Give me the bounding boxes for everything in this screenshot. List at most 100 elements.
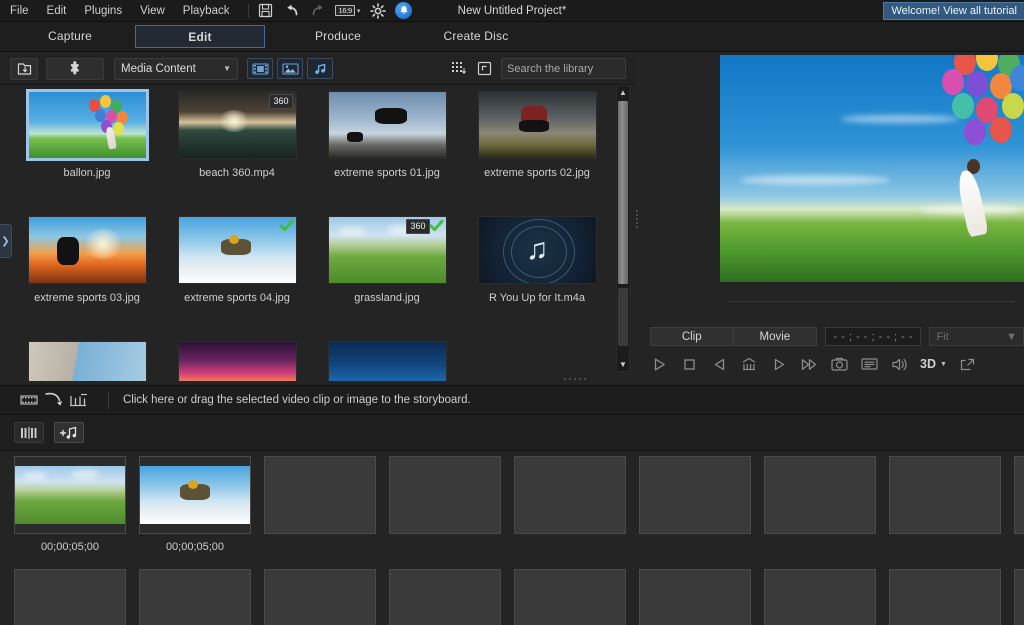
import-media-button[interactable] bbox=[10, 57, 38, 80]
media-item-extreme-sports-01[interactable]: extreme sports 01.jpg bbox=[312, 91, 462, 179]
audio-filter-icon[interactable] bbox=[307, 58, 333, 79]
video-filter-icon[interactable] bbox=[247, 58, 273, 79]
storyboard-empty-slot[interactable] bbox=[264, 456, 376, 534]
storyboard-empty-slot[interactable] bbox=[264, 569, 376, 625]
storyboard-empty-slot[interactable] bbox=[889, 456, 1001, 534]
media-item-extreme-sports-02[interactable]: extreme sports 02.jpg bbox=[462, 91, 612, 179]
badge-360: 360 bbox=[406, 219, 430, 234]
storyboard-empty-slot[interactable] bbox=[14, 569, 126, 625]
storyboard-clip[interactable] bbox=[139, 456, 251, 534]
tab-edit[interactable]: Edit bbox=[135, 25, 265, 48]
timecode-display[interactable]: - - ; - - ; - - ; - - bbox=[825, 327, 922, 346]
welcome-banner[interactable]: Welcome! View all tutorial bbox=[883, 2, 1024, 20]
media-item-extreme-sports-03[interactable]: extreme sports 03.jpg bbox=[12, 216, 162, 304]
menu-plugins[interactable]: Plugins bbox=[75, 0, 131, 22]
preview-tab-movie[interactable]: Movie bbox=[733, 327, 818, 346]
media-item-extreme-sports-04[interactable]: extreme sports 04.jpg bbox=[162, 216, 312, 304]
storyboard-empty-slot[interactable] bbox=[514, 456, 626, 534]
fast-forward-icon[interactable] bbox=[800, 355, 818, 373]
storyboard-hint-bar[interactable]: Click here or drag the selected video cl… bbox=[0, 385, 1024, 415]
library-toolbar: Media Content ▼ bbox=[0, 53, 649, 85]
media-item-audio-track[interactable]: ♫ R You Up for It.m4a bbox=[462, 216, 612, 304]
aspect-ratio-label: 16:9 bbox=[335, 4, 355, 17]
storyboard-empty-slot[interactable] bbox=[514, 569, 626, 625]
storyboard-empty-slot[interactable] bbox=[764, 456, 876, 534]
storyboard-empty-slot[interactable] bbox=[389, 456, 501, 534]
media-item-beach-360[interactable]: 360 beach 360.mp4 bbox=[162, 91, 312, 179]
storyboard-empty-slot[interactable] bbox=[139, 569, 251, 625]
storyboard-empty-slot[interactable] bbox=[889, 569, 1001, 625]
mark-icon[interactable] bbox=[740, 355, 758, 373]
subtitle-icon[interactable] bbox=[860, 355, 878, 373]
storyboard-hint-text: Click here or drag the selected video cl… bbox=[123, 394, 471, 406]
aspect-ratio-button[interactable]: 16:9 ▾ bbox=[335, 4, 360, 17]
library-toolbar-right bbox=[449, 58, 649, 79]
media-item-partial-2[interactable] bbox=[162, 341, 312, 381]
menu-playback[interactable]: Playback bbox=[174, 0, 239, 22]
storyboard-empty-slot[interactable] bbox=[764, 569, 876, 625]
storyboard-empty-slot[interactable] bbox=[1014, 456, 1024, 534]
3d-mode-button[interactable]: 3D ▼ bbox=[920, 357, 947, 371]
media-thumbnail bbox=[177, 216, 297, 284]
tab-capture[interactable]: Capture bbox=[5, 25, 135, 48]
preview-tab-clip[interactable]: Clip bbox=[650, 327, 734, 346]
horizontal-splitter-grip[interactable] bbox=[560, 376, 590, 382]
media-content-dropdown[interactable]: Media Content ▼ bbox=[114, 57, 238, 80]
search-box[interactable] bbox=[501, 58, 649, 79]
menu-edit[interactable]: Edit bbox=[38, 0, 76, 22]
menu-view[interactable]: View bbox=[131, 0, 174, 22]
media-item-partial-1[interactable] bbox=[12, 341, 162, 381]
storyboard-empty-slot[interactable] bbox=[1014, 569, 1024, 625]
stop-icon[interactable] bbox=[680, 355, 698, 373]
media-item-label: extreme sports 03.jpg bbox=[34, 292, 140, 304]
scroll-up-icon[interactable]: ▲ bbox=[617, 86, 629, 99]
media-thumbnail bbox=[27, 216, 147, 284]
media-item-grassland[interactable]: 360 grassland.jpg bbox=[312, 216, 462, 304]
photo-filter-icon[interactable] bbox=[277, 58, 303, 79]
menu-file[interactable]: File bbox=[0, 0, 38, 22]
media-item-ballon[interactable]: ballon.jpg bbox=[12, 89, 162, 179]
previous-frame-icon[interactable] bbox=[710, 355, 728, 373]
gear-icon[interactable] bbox=[369, 2, 386, 19]
media-filter-group bbox=[247, 58, 333, 79]
clip-thumbnail bbox=[140, 466, 250, 524]
media-item-label: grassland.jpg bbox=[354, 292, 420, 304]
preview-stage[interactable] bbox=[720, 55, 1024, 282]
tab-produce[interactable]: Produce bbox=[273, 25, 403, 48]
storyboard-empty-slot[interactable] bbox=[639, 569, 751, 625]
notification-bell-icon[interactable] bbox=[395, 2, 413, 19]
plugins-button[interactable] bbox=[46, 57, 104, 80]
add-to-storyboard-icon[interactable] bbox=[20, 392, 90, 408]
storyboard-empty-slot[interactable] bbox=[389, 569, 501, 625]
storyboard-clip[interactable] bbox=[14, 456, 126, 534]
scroll-down-icon[interactable]: ▼ bbox=[617, 358, 629, 371]
expand-library-icon[interactable] bbox=[475, 59, 494, 78]
scrollbar-thumb[interactable] bbox=[618, 101, 628, 284]
media-thumbnail bbox=[327, 341, 447, 381]
undo-icon[interactable] bbox=[283, 2, 300, 19]
chevron-right-icon[interactable]: ❯ bbox=[0, 224, 12, 258]
fit-label: Fit bbox=[936, 330, 949, 343]
media-item-label: extreme sports 01.jpg bbox=[334, 167, 440, 179]
media-item-partial-3[interactable] bbox=[312, 341, 462, 381]
transition-button[interactable] bbox=[14, 422, 44, 443]
clip-duration: 00;00;05;00 bbox=[165, 541, 225, 553]
next-frame-icon[interactable] bbox=[770, 355, 788, 373]
3d-label: 3D bbox=[920, 357, 936, 371]
tab-create-disc[interactable]: Create Disc bbox=[411, 25, 541, 48]
media-item-label: ballon.jpg bbox=[63, 167, 111, 179]
play-icon[interactable] bbox=[650, 355, 668, 373]
add-music-button[interactable] bbox=[54, 422, 84, 443]
fit-dropdown[interactable]: Fit ▼ bbox=[929, 327, 1024, 346]
library-scrollbar[interactable]: ▲ ▼ bbox=[616, 85, 630, 372]
save-icon[interactable] bbox=[257, 2, 274, 19]
checked-icon bbox=[429, 217, 445, 233]
snapshot-icon[interactable] bbox=[830, 355, 848, 373]
storyboard-empty-slot[interactable] bbox=[639, 456, 751, 534]
search-input[interactable] bbox=[507, 62, 649, 75]
volume-icon[interactable] bbox=[890, 355, 908, 373]
scrollbar-thumb-secondary[interactable] bbox=[618, 288, 628, 346]
grid-view-icon[interactable] bbox=[449, 59, 468, 78]
fullscreen-icon[interactable] bbox=[959, 355, 977, 373]
media-thumbnail bbox=[327, 91, 447, 159]
